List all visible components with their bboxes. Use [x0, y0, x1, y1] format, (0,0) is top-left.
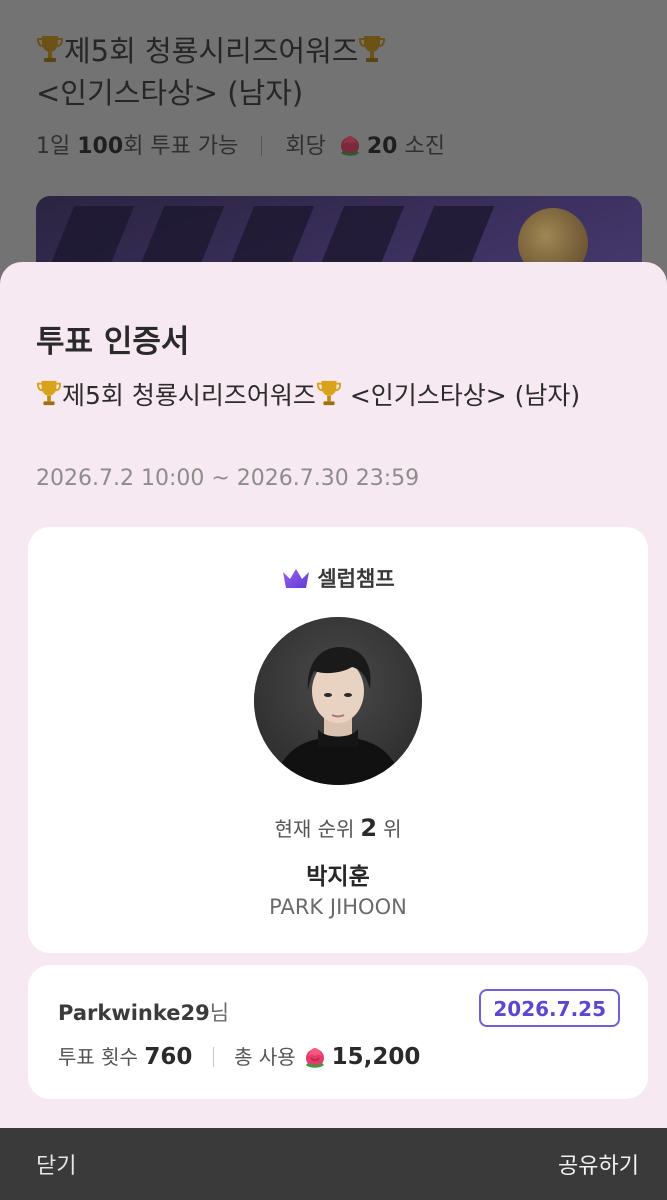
rank-label: 현재 순위: [274, 817, 355, 841]
share-button[interactable]: 공유하기: [558, 1148, 639, 1180]
vote-certificate-sheet: 투표 인증서 제5회 청룡시리즈어워즈 <인기스타상> (남자) 2026.7.…: [0, 262, 667, 1128]
rank-value: 2: [360, 814, 378, 842]
trophy-icon: [359, 36, 386, 62]
username-value: Parkwinke29: [58, 1001, 210, 1025]
vote-count-label: 투표 횟수: [58, 1045, 138, 1069]
candidate-avatar: [254, 617, 422, 785]
per-vote-suffix: 소진: [404, 134, 445, 159]
vote-count-value: 760: [144, 1044, 193, 1070]
vote-period: 2026.7.2 10:00 ~ 2026.7.30 23:59: [36, 466, 420, 491]
total-used-label: 총 사용: [234, 1045, 296, 1069]
event-title-part-a: 제5회 청룡시리즈어워즈: [62, 381, 316, 410]
total-used-value: 15,200: [331, 1044, 421, 1070]
flower-icon: [340, 136, 359, 156]
per-vote-count: 20: [366, 134, 398, 159]
event-title: 제5회 청룡시리즈어워즈 <인기스타상> (남자): [36, 376, 636, 416]
background-title: 제5회 청룡시리즈어워즈 <인기스타상> (남자): [36, 30, 636, 114]
background-title-line1: 제5회 청룡시리즈어워즈: [64, 34, 359, 68]
vote-stats: 투표 횟수 760 총 사용 15,200: [58, 1041, 420, 1070]
sheet-title: 투표 인증서: [36, 324, 190, 360]
event-title-part-b: <인기스타상> (남자): [349, 381, 581, 410]
daily-prefix: 1일: [36, 134, 71, 159]
trophy-icon: [36, 36, 64, 62]
close-button[interactable]: 닫기: [36, 1148, 76, 1180]
daily-suffix: 회 투표 가능: [123, 134, 239, 159]
crown-icon: [283, 569, 310, 588]
user-vote-card: Parkwinke29님 2026.7.25 투표 횟수 760 총 사용 15…: [28, 965, 648, 1099]
trophy-icon: [316, 380, 341, 406]
username: Parkwinke29님: [58, 997, 229, 1027]
candidate-name-english: PARK JIHOON: [269, 895, 407, 919]
candidate-card: 셀럽챔프 현재 순위 2 위 박지훈 PARK JIHOON: [28, 527, 648, 953]
daily-count: 100: [77, 134, 124, 159]
flower-icon: [305, 1048, 324, 1068]
portrait-image: [254, 617, 422, 785]
footer-action-bar: 닫기 공유하기: [0, 1128, 667, 1200]
background-vote-meta: 1일 100회 투표 가능 회당 20 소진: [36, 128, 445, 160]
vote-date-badge: 2026.7.25: [479, 989, 620, 1027]
divider: [261, 136, 263, 156]
candidate-name-korean: 박지훈: [306, 864, 370, 890]
username-suffix: 님: [209, 1001, 230, 1025]
current-rank: 현재 순위 2 위: [28, 813, 648, 842]
brand-name: 셀럽챔프: [317, 567, 395, 591]
brand-logo: 셀럽챔프: [28, 563, 648, 593]
per-vote-prefix: 회당: [285, 134, 326, 159]
background-title-line2: <인기스타상> (남자): [36, 76, 304, 110]
rank-unit: 위: [383, 817, 402, 841]
divider: [212, 1047, 214, 1067]
trophy-icon: [36, 380, 62, 406]
